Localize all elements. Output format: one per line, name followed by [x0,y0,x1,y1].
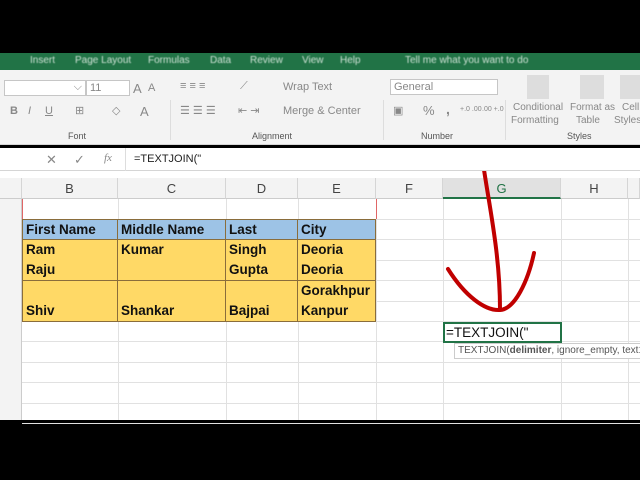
tab-page-layout[interactable]: Page Layout [75,55,131,66]
tab-insert[interactable]: Insert [30,55,55,66]
tab-help[interactable]: Help [340,55,361,66]
fill-color-icon[interactable]: ◇ [112,104,120,117]
spreadsheet-grid[interactable]: B C D E F G H First Name Middle Name Last … [0,171,640,424]
ribbon: ⌵ 11 A A B I U ⊞ ◇ A Font ≡ ≡ ≡ ⟋ ☰ ☰ ☰ … [0,70,640,145]
merge-center-button[interactable]: Merge & Center [283,105,361,117]
cancel-icon[interactable]: ✕ [46,152,57,168]
number-group-label: Number [421,131,454,141]
percent-button[interactable]: % [423,103,435,118]
formula-bar: ✕ ✓ fx =TEXTJOIN(" [0,148,640,171]
conditional-formatting-label: Formatting [511,115,559,126]
insert-function-icon[interactable]: fx [104,152,112,164]
divider [170,100,171,140]
conditional-formatting-button[interactable]: Conditional [513,102,563,113]
align-top-icon[interactable]: ≡ ≡ ≡ [180,80,205,92]
bold-button[interactable]: B [10,105,18,117]
number-format-dropdown[interactable]: General [390,79,498,95]
underline-button[interactable]: U [45,105,53,117]
conditional-formatting-icon [527,75,549,99]
decrease-decimal-button[interactable]: .00 +.0 [482,106,504,113]
cell-styles-label: Styles [614,115,640,126]
format-as-table-label: Table [576,115,600,126]
tell-me[interactable]: Tell me what you want to do [405,55,528,66]
wrap-text-button[interactable]: Wrap Text [283,81,332,93]
ribbon-tabs: Insert Page Layout Formulas Data Review … [0,53,640,70]
font-color-button[interactable]: A [140,104,149,119]
grow-font-button[interactable]: A [133,81,142,96]
borders-icon[interactable]: ⊞ [75,104,84,117]
comma-button[interactable]: , [446,101,450,117]
font-size-dropdown[interactable]: 11 [86,80,130,96]
chevron-down-icon: ⌵ [73,81,82,93]
divider [505,100,506,140]
grid-line [22,423,640,424]
currency-icon[interactable]: ▣ [393,104,403,117]
shrink-font-button[interactable]: A [148,82,155,94]
increase-decimal-button[interactable]: +.0 .00 [460,106,482,113]
tab-data[interactable]: Data [210,55,231,66]
format-as-table-button[interactable]: Format as [570,102,615,113]
orientation-icon[interactable]: ⟋ [240,80,248,93]
cell-styles-icon [620,75,640,99]
formula-input[interactable]: =TEXTJOIN(" [134,153,201,165]
font-name-dropdown[interactable]: ⌵ [4,80,86,96]
align-left-center-right-icon[interactable]: ☰ ☰ ☰ [180,104,216,117]
italic-button[interactable]: I [28,105,31,117]
styles-group-label: Styles [567,131,592,141]
tab-review[interactable]: Review [250,55,283,66]
red-arrow-annotation [446,171,536,313]
format-as-table-icon [580,75,604,99]
tab-view[interactable]: View [302,55,324,66]
font-group-label: Font [68,131,87,141]
cell-styles-button[interactable]: Cell [622,102,639,113]
tab-formulas[interactable]: Formulas [148,55,190,66]
divider [125,148,126,171]
indent-icon[interactable]: ⇤ ⇥ [238,104,260,117]
enter-icon[interactable]: ✓ [74,152,85,168]
divider [383,100,384,140]
alignment-group-label: Alignment [252,131,293,141]
